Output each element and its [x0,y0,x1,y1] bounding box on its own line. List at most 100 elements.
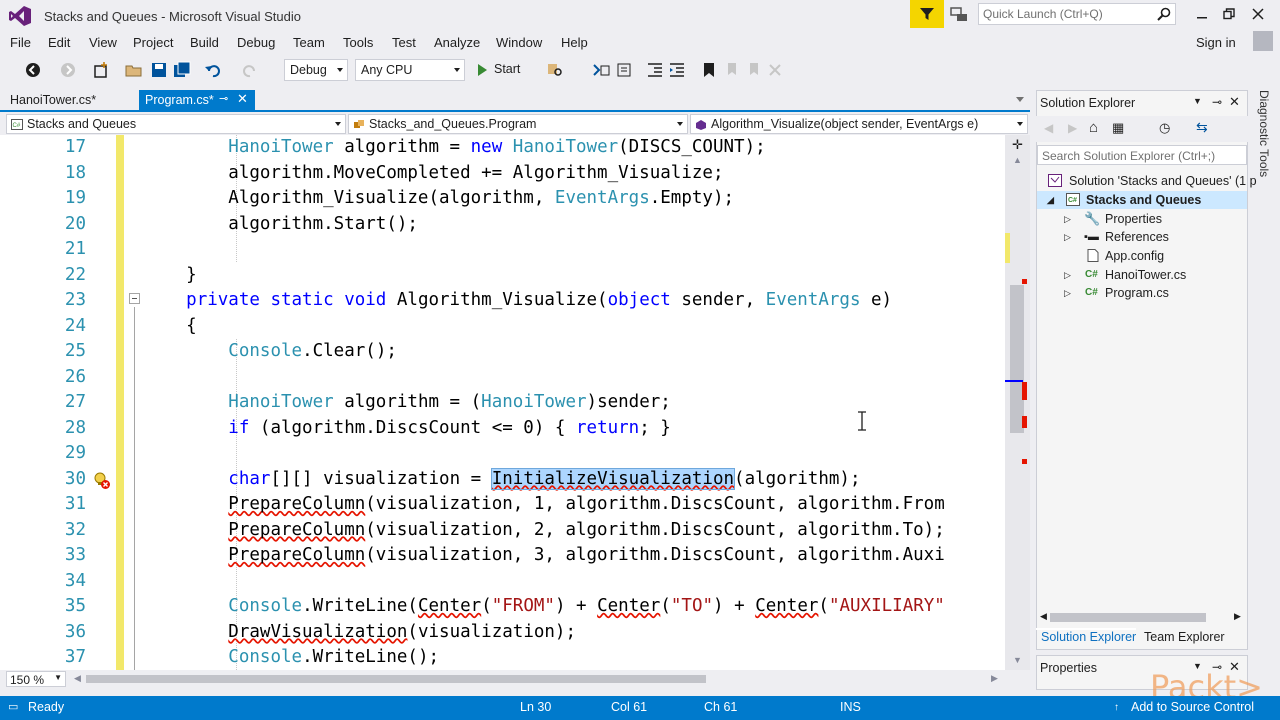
previous-bookmark-icon[interactable] [722,61,740,79]
menu-project[interactable]: Project [133,35,173,50]
upload-icon: ↑ [1114,702,1119,713]
zoom-level-select[interactable]: 150 % ▼ [6,671,66,687]
solution-search-placeholder: Search Solution Explorer (Ctrl+;) [1042,149,1216,163]
scrollbar-thumb[interactable] [1010,285,1024,433]
tab-hanoitower[interactable]: HanoiTower.cs* [0,90,120,110]
panel-options-icon[interactable]: ▼ [1193,96,1202,106]
references-icon: ▪▬ [1084,231,1099,243]
menu-team[interactable]: Team [293,35,325,50]
horizontal-scrollbar-thumb[interactable] [86,675,706,683]
close-window-button[interactable] [1244,4,1272,24]
home-icon[interactable]: ⌂ [1089,119,1098,136]
menu-help[interactable]: Help [561,35,588,50]
collapsed-arrow-icon[interactable]: ▷ [1064,228,1071,246]
code-line-22: } [144,264,197,285]
clear-bookmarks-icon[interactable] [766,61,784,79]
menu-file[interactable]: File [10,35,31,50]
bookmark-icon[interactable] [700,61,718,79]
undo-icon[interactable] [204,61,222,79]
outdent-icon[interactable] [646,61,664,79]
scroll-down-icon[interactable]: ▼ [1013,655,1022,665]
add-to-source-control-button[interactable]: Add to Source Control [1131,700,1254,714]
account-avatar-icon[interactable] [1253,31,1273,51]
expanded-arrow-icon[interactable]: ◢ [1047,191,1054,209]
navigate-back-icon[interactable] [24,61,42,79]
sign-in-link[interactable]: Sign in [1196,35,1236,50]
pin-icon[interactable]: ⊸ [1212,95,1222,109]
step-into-icon[interactable] [593,61,611,79]
back-icon[interactable]: ◀ [1044,121,1053,135]
indent-icon[interactable] [668,61,686,79]
collapsed-arrow-icon[interactable]: ▷ [1064,284,1071,302]
member-name: Algorithm_Visualize(object sender, Event… [711,117,979,131]
line-number: 32 [64,519,86,540]
scroll-left-icon[interactable]: ◀ [1040,611,1047,622]
menu-analyze[interactable]: Analyze [434,35,480,50]
solution-configuration-select[interactable]: Debug [284,59,348,81]
code-line-20: algorithm.Start(); [144,213,418,234]
minimize-button[interactable] [1188,4,1216,24]
new-project-icon[interactable] [92,61,110,79]
config-file-icon [1087,249,1099,262]
scroll-right-icon[interactable]: ▶ [991,673,998,684]
scroll-up-icon[interactable]: ▲ [1013,155,1022,165]
properties-title: Properties [1040,661,1097,675]
menu-tools[interactable]: Tools [343,35,373,50]
quick-launch-input[interactable]: Quick Launch (Ctrl+Q) [978,3,1176,25]
menu-build[interactable]: Build [190,35,219,50]
code-line-31: PrepareColumn(visualization, 1, algorith… [228,494,945,514]
restore-button[interactable] [1215,4,1243,24]
menu-edit[interactable]: Edit [48,35,70,50]
member-dropdown[interactable]: Algorithm_Visualize(object sender, Event… [690,114,1028,134]
code-editor[interactable]: 17 18 19 20 21 22 23 24 25 26 27 28 29 3… [0,135,1030,670]
navigate-forward-icon[interactable] [59,61,77,79]
menu-test[interactable]: Test [392,35,416,50]
save-icon[interactable] [150,61,168,79]
type-dropdown[interactable]: Stacks_and_Queues.Program [348,114,688,134]
step-over-icon[interactable] [615,61,633,79]
sync-view-icon[interactable]: ▦ [1112,120,1124,136]
project-dropdown[interactable]: C# Stacks and Queues [6,114,346,134]
history-icon[interactable]: ◷ [1159,120,1170,136]
char-indicator: Ch 61 [704,700,738,714]
split-editor-icon[interactable]: ✛ [1012,137,1023,153]
solution-platform-select[interactable]: Any CPU [355,59,465,81]
save-all-icon[interactable] [173,61,191,79]
line-number: 19 [64,188,86,208]
feedback-filter-button[interactable] [910,0,944,28]
refresh-icon[interactable]: ⇆ [1196,119,1208,136]
scroll-right-icon[interactable]: ▶ [1234,611,1241,622]
send-feedback-icon[interactable] [950,6,968,24]
start-debugging-button[interactable]: Start [472,59,536,81]
next-bookmark-icon[interactable] [744,61,762,79]
redo-icon[interactable] [241,61,259,79]
open-file-icon[interactable] [125,61,143,79]
method-icon [696,120,706,130]
tab-team-explorer[interactable]: Team Explorer [1144,630,1225,644]
play-icon [478,64,487,76]
solution-search-input[interactable]: Search Solution Explorer (Ctrl+;) [1037,145,1247,165]
tab-program[interactable]: Program.cs* ⊸ ✕ [139,90,255,110]
collapsed-arrow-icon[interactable]: ▷ [1064,210,1071,228]
lightbulb-error-icon[interactable] [92,471,112,491]
search-icon [1157,7,1171,21]
project-name: Stacks and Queues [27,117,137,131]
close-icon[interactable]: ✕ [237,91,248,107]
menu-debug[interactable]: Debug [237,35,275,50]
collapse-region-icon[interactable] [129,293,140,304]
scroll-left-icon[interactable]: ◀ [74,673,81,684]
code-line-30: char[][] visualization = InitializeVisua… [228,467,861,490]
pin-icon[interactable]: ⊸ [219,92,228,105]
collapsed-arrow-icon[interactable]: ▷ [1064,266,1071,284]
column-indicator: Col 61 [611,700,648,714]
menu-window[interactable]: Window [496,35,542,50]
close-icon[interactable]: ✕ [1229,94,1240,110]
diagnostic-tools-tab[interactable]: Diagnostic Tools [1252,90,1278,190]
menu-view[interactable]: View [89,35,117,50]
forward-icon[interactable]: ▶ [1068,121,1077,135]
tab-solution-explorer[interactable]: Solution Explorer [1041,630,1136,644]
solution-horizontal-scrollbar-thumb[interactable] [1050,613,1206,622]
find-in-files-icon[interactable] [546,61,564,79]
chevron-down-icon[interactable] [1016,97,1024,102]
code-line-24: { [144,315,197,336]
